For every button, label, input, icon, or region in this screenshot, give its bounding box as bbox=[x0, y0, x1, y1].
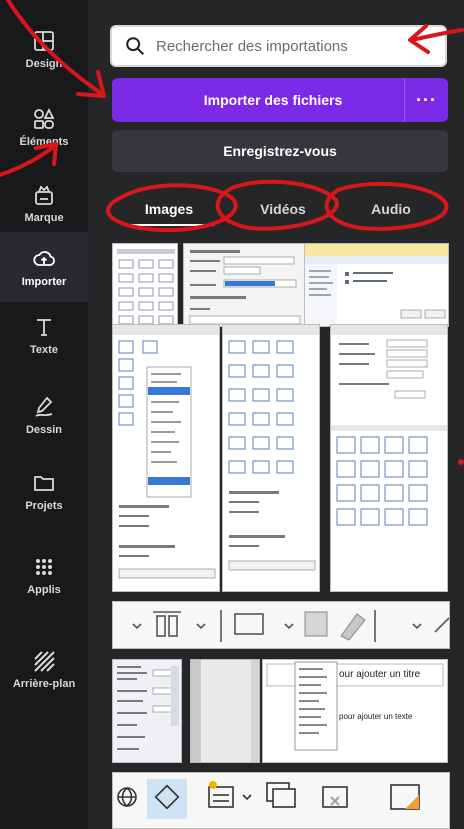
tab-videos[interactable]: Vidéos bbox=[238, 194, 328, 224]
text-t-icon bbox=[37, 318, 51, 336]
rail-item-design[interactable]: Design bbox=[0, 14, 88, 84]
upload-thumbnail[interactable] bbox=[112, 659, 182, 763]
text-placeholder-text: pour ajouter un texte bbox=[339, 712, 413, 721]
upload-thumbnail[interactable] bbox=[183, 243, 320, 327]
draw-pen-icon bbox=[35, 396, 53, 417]
thumbnail-preview-graphic bbox=[305, 244, 448, 326]
rail-label-draw: Dessin bbox=[25, 423, 63, 436]
upload-thumbnail[interactable] bbox=[112, 324, 220, 592]
rail-item-elements[interactable]: Éléments bbox=[0, 92, 88, 162]
apps-grid-icon bbox=[36, 558, 52, 575]
search-uploads-box[interactable] bbox=[110, 25, 447, 67]
search-icon bbox=[126, 37, 144, 55]
thumbnail-preview-graphic bbox=[223, 325, 319, 571]
thumbnail-preview-graphic bbox=[113, 325, 219, 579]
cloud-upload-icon bbox=[33, 250, 55, 266]
title-placeholder-text: our ajouter un titre bbox=[339, 669, 421, 680]
search-input[interactable] bbox=[156, 37, 416, 55]
rail-label-brand: Marque bbox=[24, 211, 64, 224]
rail-label-design: Design bbox=[25, 57, 63, 70]
rail-label-background: Arrière-plan bbox=[12, 677, 76, 690]
rail-label-projects: Projets bbox=[25, 499, 63, 512]
elements-shapes-icon bbox=[34, 107, 55, 129]
upload-thumbnail[interactable] bbox=[304, 243, 449, 327]
rail-item-text[interactable]: Texte bbox=[0, 300, 88, 370]
rail-label-upload: Importer bbox=[21, 275, 67, 288]
rail-item-apps[interactable]: Applis bbox=[0, 540, 88, 610]
upload-files-button[interactable]: Importer des fichiers ··· bbox=[112, 78, 448, 122]
design-layout-icon bbox=[34, 30, 54, 51]
upload-files-label: Importer des fichiers bbox=[203, 92, 343, 108]
rail-item-background[interactable]: Arrière-plan bbox=[0, 634, 88, 704]
upload-thumbnail[interactable] bbox=[112, 243, 178, 327]
rail-item-projects[interactable]: Projets bbox=[0, 456, 88, 526]
thumbnail-preview-graphic bbox=[113, 660, 181, 762]
folder-icon bbox=[34, 475, 54, 491]
rail-item-upload[interactable]: Importer bbox=[0, 232, 88, 302]
upload-thumbnail[interactable] bbox=[190, 659, 260, 763]
thumbnail-preview-graphic bbox=[331, 325, 447, 526]
background-stripes-icon bbox=[34, 650, 55, 672]
thumbnail-preview-graphic bbox=[184, 244, 319, 326]
rail-item-brand[interactable]: Marque bbox=[0, 168, 88, 238]
tab-images[interactable]: Images bbox=[124, 194, 214, 224]
thumbnail-preview-graphic bbox=[113, 773, 449, 828]
side-navigation-rail: Design Éléments Marque Importer Texte De… bbox=[0, 0, 88, 829]
thumbnail-preview-graphic bbox=[113, 602, 449, 648]
rail-label-apps: Applis bbox=[27, 583, 61, 596]
upload-thumbnail[interactable] bbox=[330, 324, 448, 592]
record-yourself-button[interactable]: Enregistrez-vous bbox=[112, 130, 448, 172]
upload-thumbnail[interactable] bbox=[222, 324, 320, 592]
rail-item-draw[interactable]: Dessin bbox=[0, 380, 88, 450]
more-options-button[interactable]: ··· bbox=[404, 78, 448, 122]
active-tab-indicator bbox=[124, 224, 214, 226]
rail-label-elements: Éléments bbox=[19, 135, 69, 148]
brand-crown-icon bbox=[35, 184, 53, 205]
tab-audio[interactable]: Audio bbox=[346, 194, 436, 224]
thumbnail-preview-graphic bbox=[117, 249, 175, 325]
upload-thumbnail[interactable] bbox=[112, 772, 450, 829]
upload-thumbnail[interactable]: our ajouter un titre pour ajouter un tex… bbox=[262, 659, 448, 763]
thumbnail-preview-graphic bbox=[191, 660, 259, 762]
rail-label-text: Texte bbox=[30, 343, 58, 356]
upload-thumbnail[interactable] bbox=[112, 601, 450, 649]
